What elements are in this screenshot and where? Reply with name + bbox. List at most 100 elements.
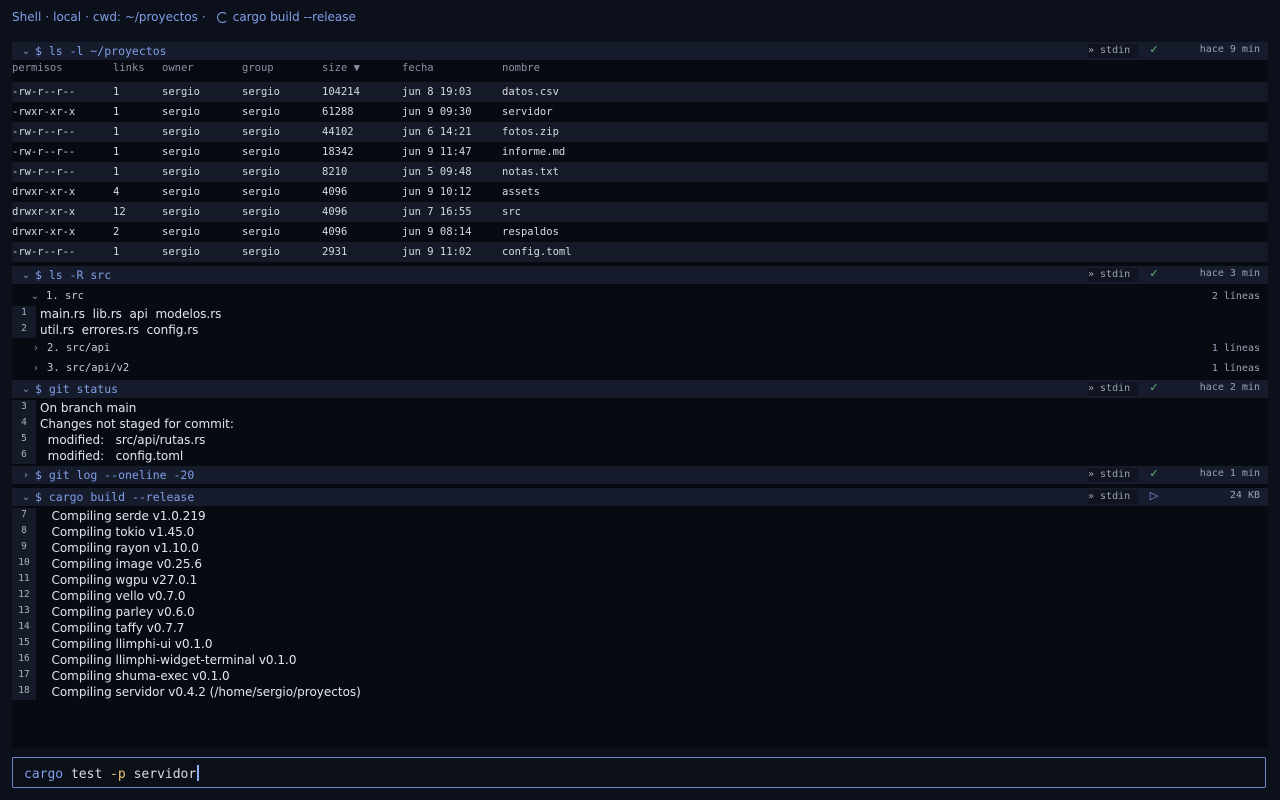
output-line: 1 main.rs lib.rs api modelos.rs	[12, 306, 1268, 322]
group-header-src-api[interactable]: › 2. src/api 1 líneas	[12, 339, 1268, 357]
block-header-git-status[interactable]: ⌄ $ git status » stdin ✓ hace 2 min	[12, 380, 1268, 398]
chevron-down-icon[interactable]: ⌄	[30, 291, 40, 302]
line-number: 3	[12, 400, 36, 416]
block-command: $ cargo build --release	[35, 490, 195, 504]
output-line: 6 modified: config.toml	[12, 448, 1268, 464]
chevron-right-icon[interactable]: ›	[21, 470, 31, 481]
table-row[interactable]: drwxr-xr-x 2 sergio sergio 4096 jun 9 08:14 re…	[12, 222, 1268, 242]
cell-group: sergio	[242, 126, 280, 138]
line-text: Compiling llimphi-widget-terminal v0.1.0	[40, 653, 297, 667]
command-input-text[interactable]: cargo test -p servidor	[24, 765, 200, 782]
block-command: $ ls -l ~/proyectos	[35, 44, 167, 58]
block-output-size: 24 KB	[1229, 490, 1260, 501]
block-header-ls-r[interactable]: ⌄ $ ls -R src » stdin ✓ hace 3 min	[12, 266, 1268, 284]
success-check-icon: ✓	[1149, 267, 1159, 280]
cell-owner: sergio	[162, 186, 200, 198]
line-text: modified: src/api/rutas.rs	[40, 433, 206, 447]
line-number: 11	[12, 572, 36, 588]
input-command-word: cargo	[24, 767, 64, 782]
cell-links: 1	[113, 126, 120, 138]
cell-name: respaldos	[502, 226, 559, 238]
line-text: On branch main	[40, 401, 137, 415]
table-row[interactable]: -rw-r--r-- 1 sergio sergio 104214 jun 8 19:03…	[12, 82, 1268, 102]
chevron-right-icon[interactable]: ›	[31, 363, 41, 374]
cell-owner: sergio	[162, 146, 200, 158]
output-line: 9 Compiling rayon v1.10.0	[12, 540, 1268, 556]
cell-owner: sergio	[162, 166, 200, 178]
line-number: 13	[12, 604, 36, 620]
cell-links: 12	[113, 206, 126, 218]
cell-permissions: drwxr-xr-x	[12, 206, 76, 218]
group-header-src[interactable]: ⌄ 1. src 2 líneas	[12, 287, 1268, 305]
table-header: permisos links owner group size ▼ fecha …	[12, 62, 1268, 78]
block-header-ls[interactable]: ⌄ $ ls -l ~/proyectos » stdin ✓ hace 9 m…	[12, 42, 1268, 60]
block-header-git-log[interactable]: › $ git log --oneline -20 » stdin ✓ hace…	[12, 466, 1268, 484]
table-row[interactable]: -rw-r--r-- 1 sergio sergio 18342 jun 9 11:47 i…	[12, 142, 1268, 162]
success-check-icon: ✓	[1149, 467, 1159, 480]
stdin-button[interactable]: » stdin	[1088, 382, 1138, 396]
line-text: Compiling parley v0.6.0	[40, 605, 195, 619]
command-input[interactable]: cargo test -p servidor	[12, 757, 1266, 788]
success-check-icon: ✓	[1149, 381, 1159, 394]
chevron-down-icon[interactable]: ⌄	[21, 270, 31, 281]
output-line: 15 Compiling llimphi-ui v0.1.0	[12, 636, 1268, 652]
cell-links: 4	[113, 186, 120, 198]
cell-date: jun 9 11:02	[402, 246, 472, 258]
table-row[interactable]: -rwxr-xr-x 1 sergio sergio 61288 jun 9 09:30 s…	[12, 102, 1268, 122]
cell-size: 104214	[322, 86, 360, 98]
chevron-right-icon[interactable]: ›	[31, 343, 41, 354]
cell-size: 44102	[322, 126, 354, 138]
shell-label: Shell	[12, 10, 42, 24]
line-number: 14	[12, 620, 36, 636]
column-header-fecha[interactable]: fecha	[402, 62, 434, 74]
line-text: Compiling serde v1.0.219	[40, 509, 206, 523]
block-time: hace 1 min	[1199, 468, 1260, 479]
cell-name: servidor	[502, 106, 553, 118]
output-line: 3 On branch main	[12, 400, 1268, 416]
line-number: 12	[12, 588, 36, 604]
output-line: 7 Compiling serde v1.0.219	[12, 508, 1268, 524]
stdin-button[interactable]: » stdin	[1088, 268, 1138, 282]
cell-permissions: -rw-r--r--	[12, 166, 76, 178]
column-header-size[interactable]: size ▼	[322, 62, 360, 74]
chevron-down-icon[interactable]: ⌄	[21, 384, 31, 395]
line-text: main.rs lib.rs api modelos.rs	[40, 307, 222, 321]
cell-size: 61288	[322, 106, 354, 118]
chevron-down-icon[interactable]: ⌄	[21, 46, 31, 57]
stdin-button[interactable]: » stdin	[1088, 490, 1138, 504]
line-text: Compiling taffy v0.7.7	[40, 621, 185, 635]
cell-date: jun 6 14:21	[402, 126, 472, 138]
line-number: 6	[12, 448, 36, 464]
cell-owner: sergio	[162, 246, 200, 258]
cell-size: 2931	[322, 246, 348, 258]
group-header-src-api-v2[interactable]: › 3. src/api/v2 1 líneas	[12, 359, 1268, 377]
cell-date: jun 9 11:47	[402, 146, 472, 158]
stdin-button[interactable]: » stdin	[1088, 44, 1138, 58]
chevron-down-icon[interactable]: ⌄	[21, 492, 31, 503]
column-header-permisos[interactable]: permisos	[12, 62, 63, 74]
cell-date: jun 9 10:12	[402, 186, 472, 198]
group-line-count: 1 líneas	[1211, 342, 1260, 354]
table-row[interactable]: -rw-r--r-- 1 sergio sergio 44102 jun 6 14:21 f…	[12, 122, 1268, 142]
line-text: Compiling rayon v1.10.0	[40, 541, 199, 555]
line-number: 17	[12, 668, 36, 684]
table-row[interactable]: drwxr-xr-x 4 sergio sergio 4096 jun 9 10:12 as…	[12, 182, 1268, 202]
column-header-links[interactable]: links	[113, 62, 145, 74]
output-line: 8 Compiling tokio v1.45.0	[12, 524, 1268, 540]
table-row[interactable]: -rw-r--r-- 1 sergio sergio 8210 jun 5 09:48 no…	[12, 162, 1268, 182]
line-number: 8	[12, 524, 36, 540]
column-header-owner[interactable]: owner	[162, 62, 194, 74]
line-number: 10	[12, 556, 36, 572]
table-row[interactable]: -rw-r--r-- 1 sergio sergio 2931 jun 9 11:02 co…	[12, 242, 1268, 262]
stdin-button[interactable]: » stdin	[1088, 468, 1138, 482]
line-number: 7	[12, 508, 36, 524]
cell-permissions: -rwxr-xr-x	[12, 106, 76, 118]
block-header-cargo-build[interactable]: ⌄ $ cargo build --release » stdin ▷ 24 K…	[12, 488, 1268, 506]
column-header-group[interactable]: group	[242, 62, 274, 74]
cell-size: 4096	[322, 226, 348, 238]
table-row[interactable]: drwxr-xr-x 12 sergio sergio 4096 jun 7 16:55 s…	[12, 202, 1268, 222]
running-command: cargo build --release	[232, 10, 356, 24]
terminal-output[interactable]: ⌄ $ ls -l ~/proyectos » stdin ✓ hace 9 m…	[12, 42, 1268, 748]
output-line: 14 Compiling taffy v0.7.7	[12, 620, 1268, 636]
column-header-nombre[interactable]: nombre	[502, 62, 540, 74]
